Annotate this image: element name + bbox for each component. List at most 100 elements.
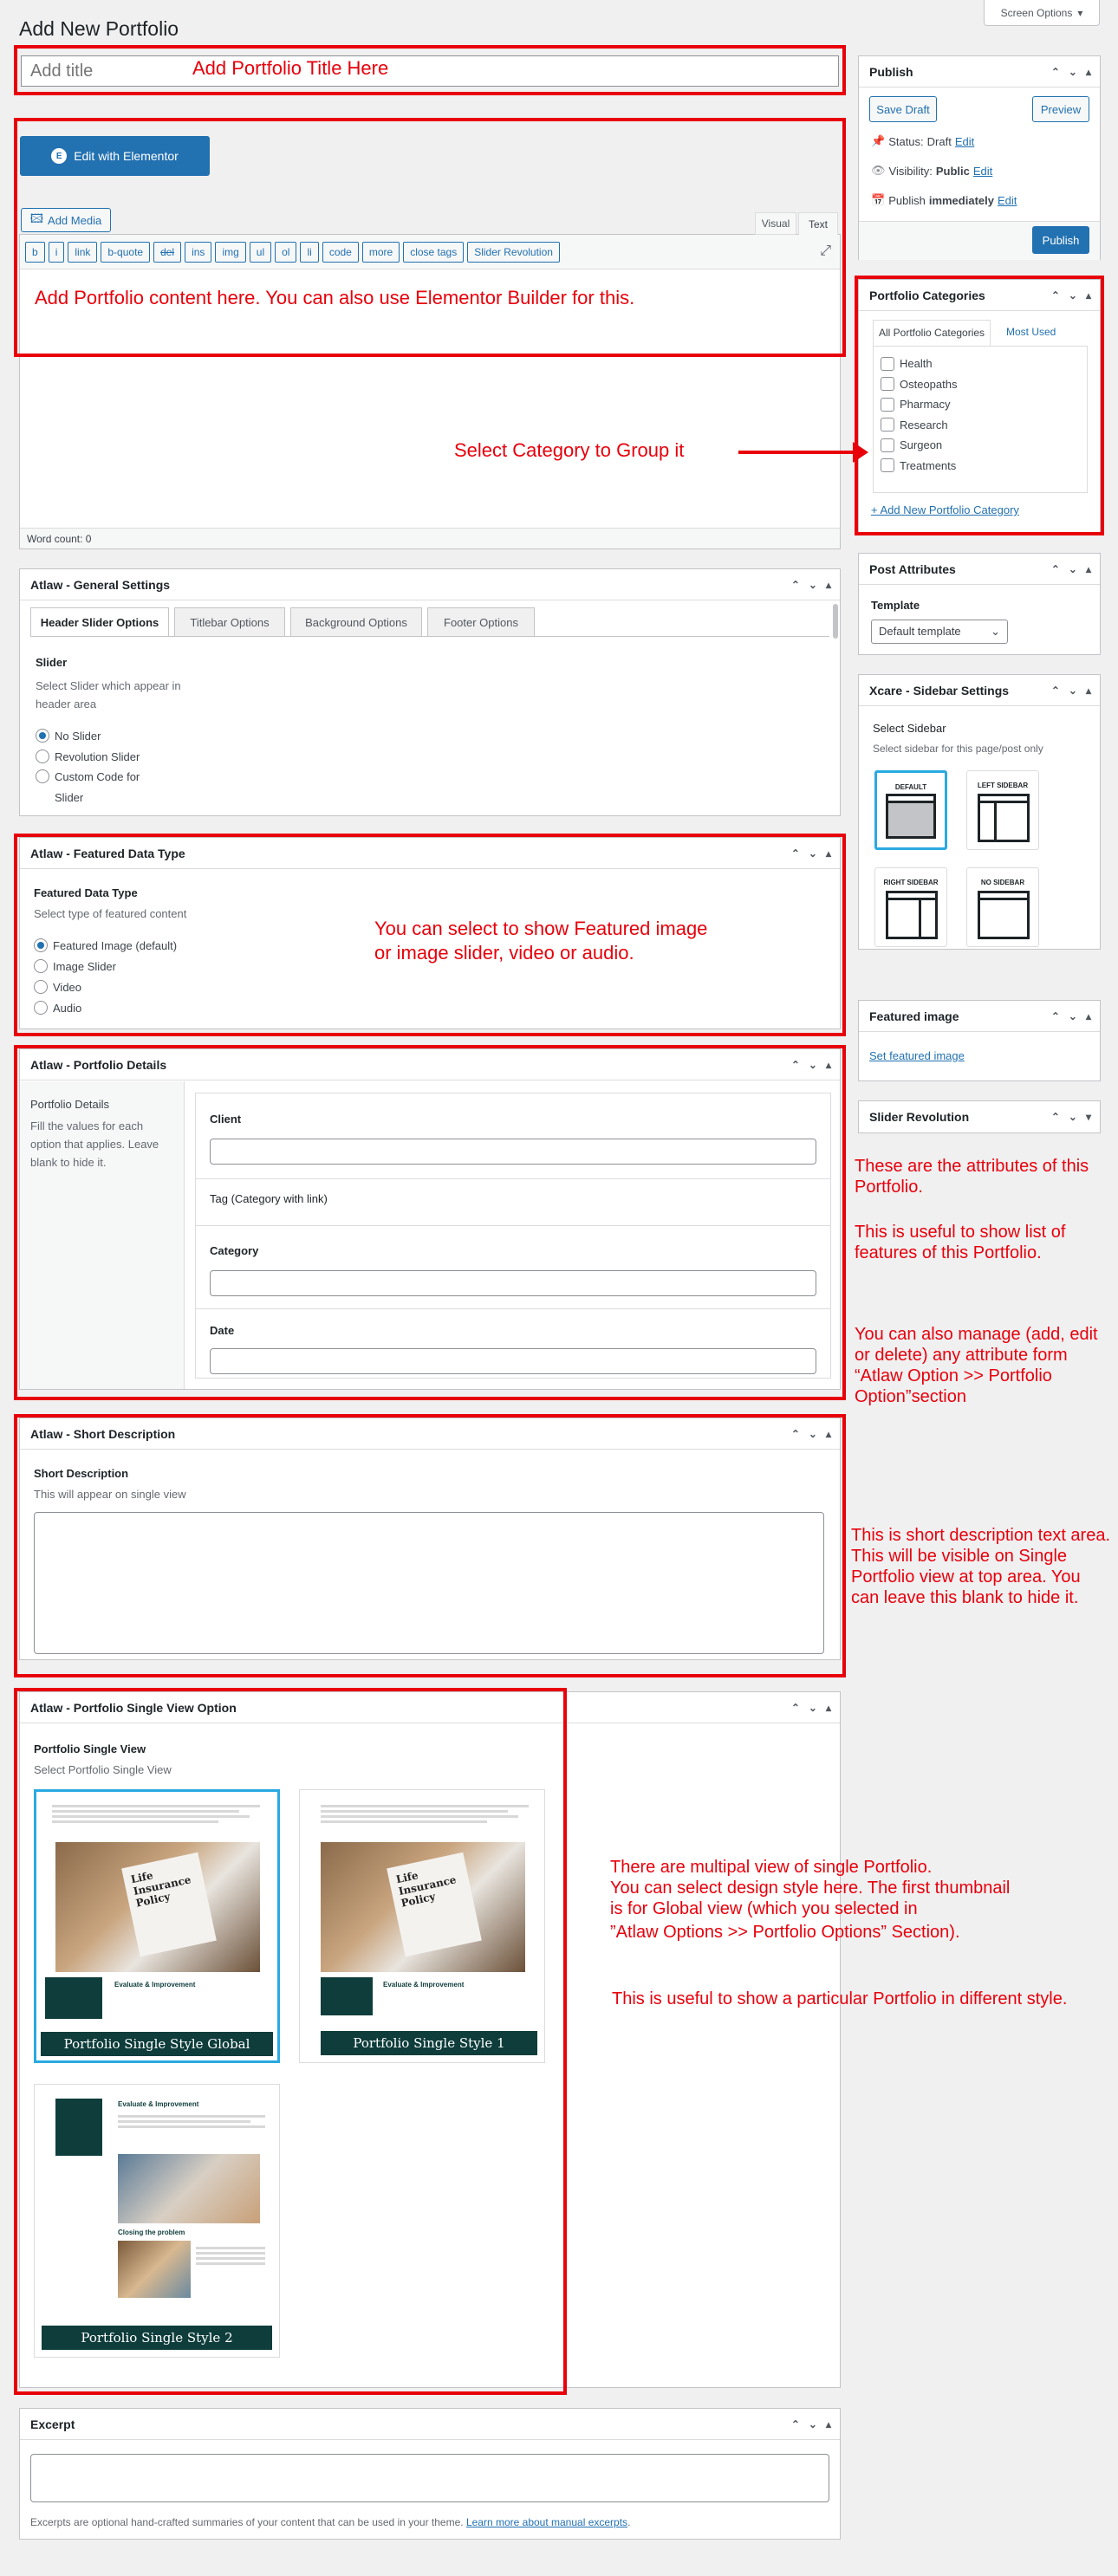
tab-most-used[interactable]: Most Used <box>1001 320 1061 346</box>
preview-button[interactable]: Preview <box>1032 96 1089 122</box>
move-up-icon[interactable]: ⌃ <box>791 2418 800 2430</box>
quicktag-button[interactable]: ins <box>185 242 212 263</box>
move-down-icon[interactable]: ⌄ <box>809 1702 817 1714</box>
template-select[interactable]: Default template ⌄ <box>871 620 1008 644</box>
toggle-icon[interactable]: ▴ <box>1086 66 1091 78</box>
move-down-icon[interactable]: ⌄ <box>1069 1111 1077 1123</box>
toggle-icon[interactable]: ▴ <box>826 1428 831 1440</box>
set-featured-image-link[interactable]: Set featured image <box>869 1049 965 1062</box>
category-input[interactable] <box>210 1270 816 1296</box>
checkbox-icon[interactable] <box>881 397 894 412</box>
quicktag-button[interactable]: ol <box>275 242 297 263</box>
move-up-icon[interactable]: ⌃ <box>1051 66 1060 78</box>
quicktag-button[interactable]: code <box>322 242 359 263</box>
checkbox-icon[interactable] <box>881 418 894 432</box>
date-input[interactable] <box>210 1348 816 1374</box>
toggle-icon[interactable]: ▾ <box>1086 1111 1091 1123</box>
tab-background[interactable]: Background Options <box>290 607 422 637</box>
category-checkbox[interactable]: Research <box>881 415 1080 436</box>
category-checkbox[interactable]: Treatments <box>881 456 1080 477</box>
radio-custom-code[interactable]: Custom Code for Slider <box>36 767 157 808</box>
move-down-icon[interactable]: ⌄ <box>809 2418 817 2430</box>
move-up-icon[interactable]: ⌃ <box>791 1428 800 1440</box>
checkbox-icon[interactable] <box>881 458 894 473</box>
publish-button[interactable]: Publish <box>1032 226 1089 254</box>
move-up-icon[interactable]: ⌃ <box>1051 563 1060 575</box>
screen-options-button[interactable]: Screen Options ▾ <box>984 0 1100 26</box>
toggle-icon[interactable]: ▴ <box>826 2418 831 2430</box>
move-up-icon[interactable]: ⌃ <box>791 579 800 591</box>
quicktag-button[interactable]: li <box>300 242 319 263</box>
radio-revolution-slider[interactable]: Revolution Slider <box>36 746 157 767</box>
visibility-edit-link[interactable]: Edit <box>973 165 992 178</box>
radio-image-slider[interactable]: Image Slider <box>34 956 177 977</box>
status-edit-link[interactable]: Edit <box>955 135 974 148</box>
radio-video[interactable]: Video <box>34 977 177 997</box>
checkbox-icon[interactable] <box>881 356 894 371</box>
category-checkbox[interactable]: Health <box>881 354 1080 374</box>
move-down-icon[interactable]: ⌄ <box>809 847 817 860</box>
elementor-button[interactable]: E Edit with Elementor <box>20 136 210 176</box>
move-down-icon[interactable]: ⌄ <box>809 1059 817 1071</box>
quicktag-button[interactable]: b-quote <box>101 242 151 263</box>
fullscreen-icon[interactable]: ⤢ <box>820 243 831 259</box>
short-description-textarea[interactable] <box>34 1512 824 1654</box>
tab-all-categories[interactable]: All Portfolio Categories <box>873 320 991 346</box>
sidebar-option-right[interactable]: RIGHT SIDEBAR <box>874 867 947 947</box>
quicktag-button[interactable]: link <box>68 242 98 263</box>
toggle-icon[interactable]: ▴ <box>826 847 831 860</box>
toggle-icon[interactable]: ▴ <box>826 1702 831 1714</box>
move-up-icon[interactable]: ⌃ <box>791 1059 800 1071</box>
move-down-icon[interactable]: ⌄ <box>1069 563 1077 575</box>
category-checkbox[interactable]: Osteopaths <box>881 374 1080 395</box>
move-up-icon[interactable]: ⌃ <box>791 1702 800 1714</box>
move-down-icon[interactable]: ⌄ <box>1069 685 1077 697</box>
tab-footer[interactable]: Footer Options <box>427 607 535 637</box>
thumb-style-1[interactable]: Life Insurance Policy Evaluate & Improve… <box>299 1789 545 2063</box>
category-checkbox[interactable]: Surgeon <box>881 435 1080 456</box>
toggle-icon[interactable]: ▴ <box>1086 1010 1091 1022</box>
save-draft-button[interactable]: Save Draft <box>869 96 937 122</box>
toggle-icon[interactable]: ▴ <box>1086 563 1091 575</box>
quicktag-button[interactable]: del <box>153 242 182 263</box>
move-down-icon[interactable]: ⌄ <box>1069 289 1077 302</box>
quicktag-button[interactable]: ul <box>249 242 272 263</box>
radio-no-slider[interactable]: No Slider <box>36 725 157 746</box>
client-input[interactable] <box>210 1139 816 1165</box>
sidebar-option-default[interactable]: DEFAULT <box>874 770 947 850</box>
excerpt-link[interactable]: Learn more about manual excerpts <box>466 2516 627 2528</box>
tab-titlebar[interactable]: Titlebar Options <box>174 607 285 637</box>
move-up-icon[interactable]: ⌃ <box>1051 1010 1060 1022</box>
toggle-icon[interactable]: ▴ <box>826 579 831 591</box>
title-input[interactable] <box>21 55 839 87</box>
move-down-icon[interactable]: ⌄ <box>809 579 817 591</box>
editor-tab-text[interactable]: Text <box>798 212 838 235</box>
tab-header-slider[interactable]: Header Slider Options <box>30 607 169 637</box>
add-category-link[interactable]: + Add New Portfolio Category <box>871 503 1019 516</box>
quicktag-button[interactable]: more <box>361 242 400 263</box>
move-up-icon[interactable]: ⌃ <box>1051 1111 1060 1123</box>
scrollbar[interactable] <box>833 604 838 639</box>
editor-tab-visual[interactable]: Visual <box>755 212 796 235</box>
add-media-button[interactable]: 🖾 Add Media <box>21 208 111 232</box>
quicktag-button[interactable]: img <box>215 242 246 263</box>
radio-audio[interactable]: Audio <box>34 997 177 1018</box>
quicktag-button[interactable]: Slider Revolution <box>467 242 560 263</box>
thumb-global[interactable]: Life Insurance Policy Evaluate & Improve… <box>34 1789 280 2063</box>
move-up-icon[interactable]: ⌃ <box>791 847 800 860</box>
quicktag-button[interactable]: close tags <box>403 242 465 263</box>
publish-date-edit-link[interactable]: Edit <box>998 194 1017 207</box>
move-up-icon[interactable]: ⌃ <box>1051 289 1060 302</box>
radio-featured-image[interactable]: Featured Image (default) <box>34 935 177 956</box>
sidebar-option-left[interactable]: LEFT SIDEBAR <box>966 770 1039 850</box>
toggle-icon[interactable]: ▴ <box>1086 289 1091 302</box>
move-up-icon[interactable]: ⌃ <box>1051 685 1060 697</box>
quicktag-button[interactable]: i <box>48 242 65 263</box>
quicktag-button[interactable]: b <box>25 242 45 263</box>
checkbox-icon[interactable] <box>881 377 894 392</box>
category-checkbox[interactable]: Pharmacy <box>881 394 1080 415</box>
move-down-icon[interactable]: ⌄ <box>1069 66 1077 78</box>
thumb-style-2[interactable]: Evaluate & Improvement Closing the probl… <box>34 2084 280 2358</box>
move-down-icon[interactable]: ⌄ <box>1069 1010 1077 1022</box>
checkbox-icon[interactable] <box>881 438 894 452</box>
